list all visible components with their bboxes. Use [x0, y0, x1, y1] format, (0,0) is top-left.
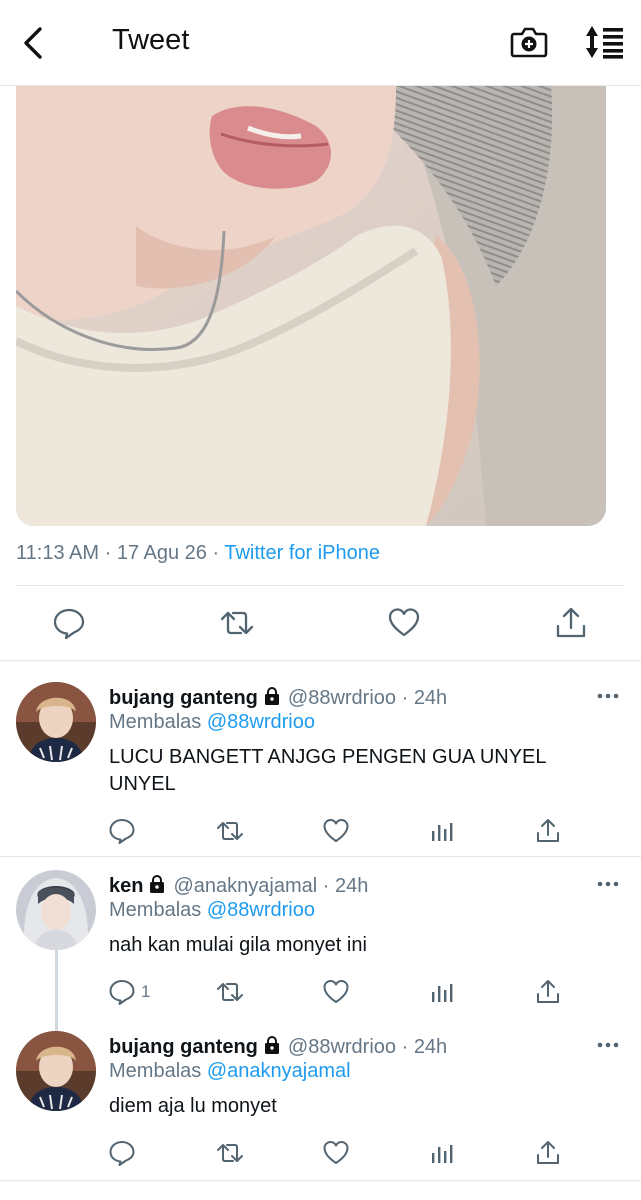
user-handle[interactable]: @anaknyajamal	[173, 875, 317, 897]
reply-header: ken @anaknyajamal · 24h	[109, 874, 368, 898]
more-options-icon[interactable]	[597, 880, 619, 888]
tweet-time: 11:13 AM	[16, 542, 100, 564]
analytics-icon[interactable]	[428, 978, 456, 1006]
display-name[interactable]: bujang ganteng	[109, 1036, 258, 1058]
replying-label: Membalas	[109, 1060, 202, 1082]
reply-count: 1	[141, 982, 151, 1001]
top-bar: Tweet	[0, 0, 641, 86]
back-chevron-icon[interactable]	[20, 26, 50, 60]
reply-icon[interactable]	[108, 1139, 136, 1167]
sort-icon[interactable]	[584, 24, 626, 60]
reply-text: diem aja lu monyet	[109, 1095, 277, 1117]
tweet-date: 17 Agu 26	[116, 542, 207, 564]
share-icon[interactable]	[534, 978, 562, 1006]
tweet-meta: 11:13 AM · 17 Agu 26 · Twitter for iPhon…	[16, 542, 380, 565]
replying-to: Membalas @88wrdrioo	[109, 711, 315, 734]
tweet-photo[interactable]	[16, 86, 606, 526]
retweet-icon[interactable]	[216, 817, 244, 845]
user-handle[interactable]: @88wrdrioo	[288, 1036, 396, 1058]
reply-time: 24h	[413, 1036, 448, 1058]
meta-separator: ·	[212, 542, 220, 564]
thread-line	[55, 950, 58, 1032]
replying-label: Membalas	[109, 899, 202, 921]
reply-action-bar: 1	[0, 978, 641, 1006]
header-separator: ·	[322, 875, 330, 897]
lock-icon	[150, 875, 165, 893]
reply-time: 24h	[334, 875, 369, 897]
header-separator: ·	[401, 1036, 409, 1058]
divider	[0, 856, 641, 857]
like-icon[interactable]	[387, 606, 421, 640]
replying-label: Membalas	[109, 711, 202, 733]
reply-header: bujang ganteng @88wrdrioo · 24h	[109, 686, 447, 710]
reply-icon[interactable]	[108, 978, 136, 1006]
share-icon[interactable]	[534, 1139, 562, 1167]
reply-action-bar	[0, 1139, 641, 1167]
replying-mention-link[interactable]: @anaknyajamal	[207, 1060, 351, 1082]
more-options-icon[interactable]	[597, 1041, 619, 1049]
divider	[0, 660, 641, 661]
replying-to: Membalas @anaknyajamal	[109, 1060, 351, 1083]
like-icon[interactable]	[322, 817, 350, 845]
reply-time: 24h	[413, 687, 448, 709]
camera-plus-icon[interactable]	[510, 24, 548, 60]
replying-to: Membalas @88wrdrioo	[109, 899, 315, 922]
retweet-icon[interactable]	[216, 1139, 244, 1167]
reply-action-bar	[0, 817, 641, 845]
display-name[interactable]: bujang ganteng	[109, 687, 258, 709]
lock-icon	[264, 1036, 279, 1054]
share-icon[interactable]	[554, 606, 588, 640]
like-icon[interactable]	[322, 1139, 350, 1167]
retweet-icon[interactable]	[216, 978, 244, 1006]
header-separator: ·	[401, 687, 409, 709]
meta-separator: ·	[104, 542, 112, 564]
avatar[interactable]	[16, 870, 96, 950]
page-title: Tweet	[112, 24, 190, 56]
avatar[interactable]	[16, 1031, 96, 1111]
tweet-action-bar	[0, 600, 641, 646]
replying-mention-link[interactable]: @88wrdrioo	[207, 711, 315, 733]
avatar[interactable]	[16, 682, 96, 762]
reply-text: nah kan mulai gila monyet ini	[109, 934, 367, 956]
like-icon[interactable]	[322, 978, 350, 1006]
lock-icon	[264, 687, 279, 705]
replying-mention-link[interactable]: @88wrdrioo	[207, 899, 315, 921]
display-name[interactable]: ken	[109, 875, 143, 897]
user-handle[interactable]: @88wrdrioo	[288, 687, 396, 709]
more-options-icon[interactable]	[597, 692, 619, 700]
reply-text: LUCU BANGETT ANJGG PENGEN GUA UNYEL UNYE…	[109, 746, 546, 795]
divider	[0, 1180, 641, 1181]
analytics-icon[interactable]	[428, 1139, 456, 1167]
tweet-source-link[interactable]: Twitter for iPhone	[224, 542, 380, 564]
reply-icon[interactable]	[108, 817, 136, 845]
retweet-icon[interactable]	[220, 606, 254, 640]
analytics-icon[interactable]	[428, 817, 456, 845]
reply-icon[interactable]	[52, 606, 86, 640]
share-icon[interactable]	[534, 817, 562, 845]
divider	[16, 585, 625, 586]
reply-header: bujang ganteng @88wrdrioo · 24h	[109, 1035, 447, 1059]
